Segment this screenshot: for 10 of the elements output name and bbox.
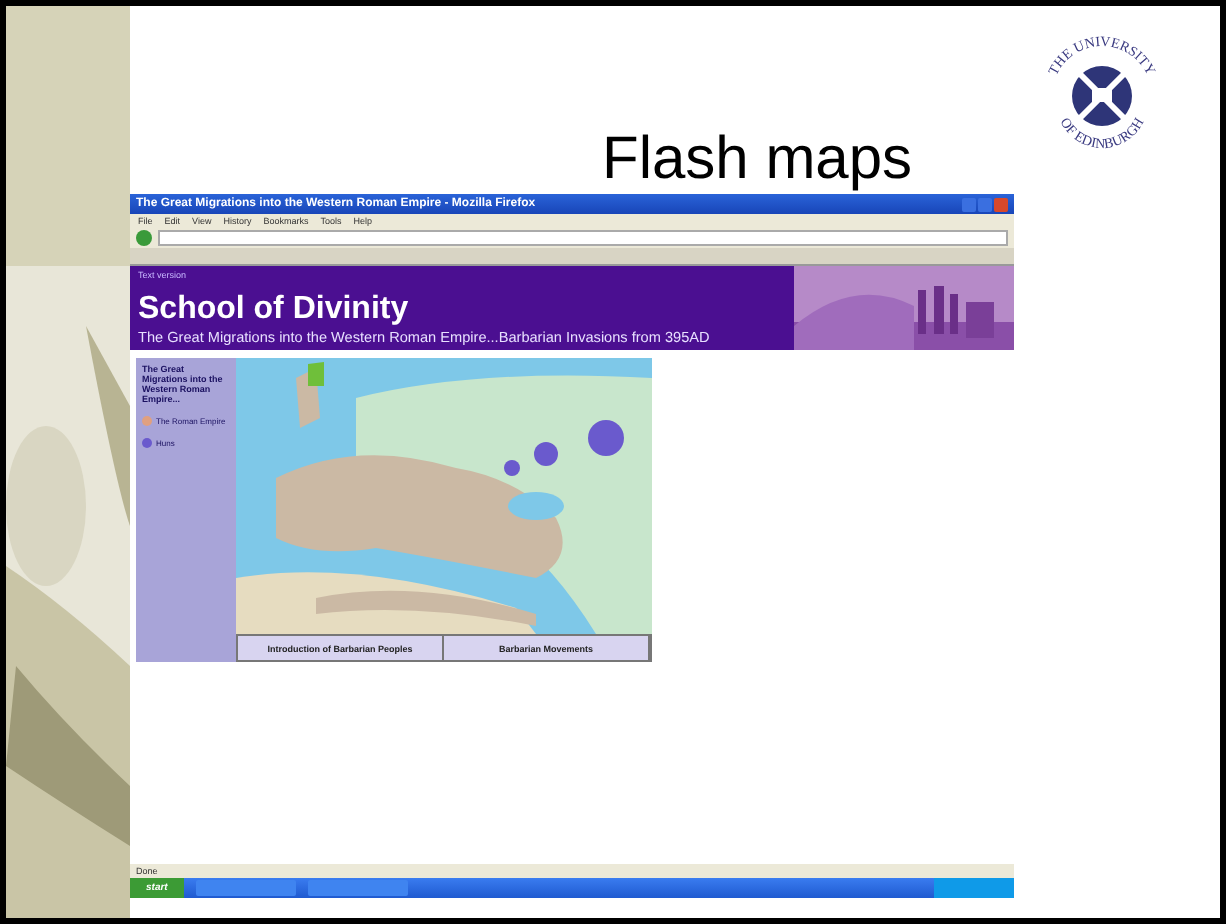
slide-title: Flash maps — [602, 126, 913, 194]
minimize-icon[interactable] — [962, 197, 976, 211]
system-tray — [934, 878, 1014, 898]
page-heading: School of Divinity — [138, 292, 411, 328]
taskbar-item[interactable] — [307, 880, 408, 896]
address-field[interactable] — [158, 230, 1008, 246]
close-icon[interactable] — [994, 197, 1008, 211]
back-icon[interactable] — [136, 230, 152, 246]
taskbar-item[interactable] — [195, 880, 296, 896]
maximize-icon[interactable] — [978, 197, 992, 211]
